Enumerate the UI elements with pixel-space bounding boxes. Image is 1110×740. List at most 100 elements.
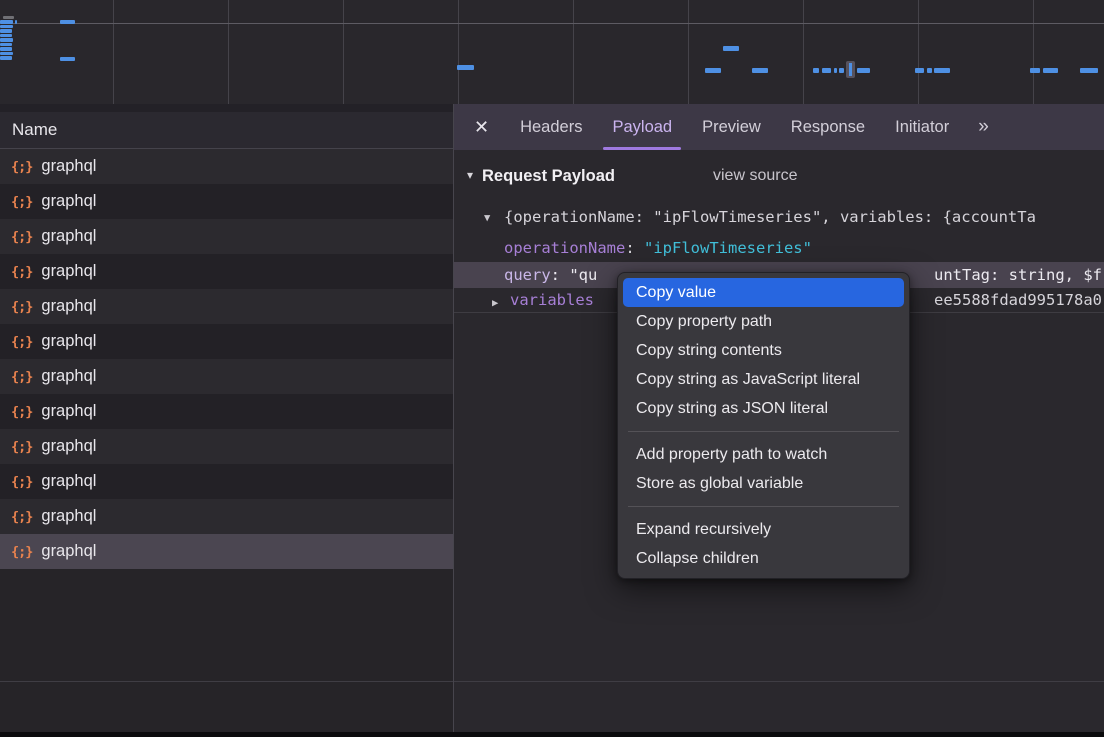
more-tabs-icon[interactable]: »	[964, 104, 1001, 150]
request-row[interactable]: {;} graphql	[0, 429, 453, 464]
request-name-label: graphql	[41, 472, 96, 491]
request-timeline-bar	[0, 29, 12, 33]
request-row[interactable]: {;} graphql	[0, 289, 453, 324]
request-timeline-bar	[0, 34, 12, 38]
property-key: variables	[510, 291, 594, 309]
footer-divider	[0, 681, 1104, 682]
request-row[interactable]: {;} graphql	[0, 359, 453, 394]
json-braces-icon: {;}	[11, 404, 32, 420]
json-braces-icon: {;}	[11, 264, 32, 280]
request-timeline-bar	[723, 46, 739, 51]
json-braces-icon: {;}	[11, 229, 32, 245]
request-name-label: graphql	[41, 507, 96, 526]
timeline-gridline	[228, 0, 229, 104]
json-braces-icon: {;}	[11, 439, 32, 455]
request-row[interactable]: {;} graphql	[0, 254, 453, 289]
property-value-left: "qu	[569, 266, 597, 284]
collapsed-triangle-icon[interactable]: ▶	[492, 291, 498, 312]
json-braces-icon: {;}	[11, 334, 32, 350]
menu-item-collapse-children[interactable]: Collapse children	[623, 544, 904, 573]
json-braces-icon: {;}	[11, 369, 32, 385]
json-braces-icon: {;}	[11, 474, 32, 490]
request-name-label: graphql	[41, 297, 96, 316]
pane-divider[interactable]	[453, 104, 454, 732]
json-braces-icon: {;}	[11, 299, 32, 315]
request-name-label: graphql	[41, 332, 96, 351]
request-timeline-bar	[813, 68, 819, 73]
request-timeline-bar	[927, 68, 932, 73]
screenshot-edge	[1104, 0, 1110, 740]
payload-row-operation-name[interactable]: operationName: "ipFlowTimeseries"	[454, 237, 1104, 259]
menu-item-store-as-global-variable[interactable]: Store as global variable	[623, 469, 904, 498]
request-row[interactable]: {;}graphql	[0, 149, 453, 184]
json-braces-icon: {;}	[11, 194, 32, 210]
payload-root-preview: {operationName: "ipFlowTimeseries", vari…	[504, 206, 1036, 228]
devtools-network-panel: Name {;}graphql{;}graphql{;}graphql{;}gr…	[0, 0, 1110, 740]
request-timeline-bar	[839, 68, 844, 73]
menu-separator	[628, 506, 899, 507]
request-timeline-bar	[0, 38, 13, 42]
property-key: query	[504, 266, 551, 284]
menu-item-copy-value[interactable]: Copy value	[623, 278, 904, 307]
menu-item-copy-string-as-javascript-literal[interactable]: Copy string as JavaScript literal	[623, 365, 904, 394]
key-value-separator: :	[625, 239, 644, 257]
menu-item-copy-string-as-json-literal[interactable]: Copy string as JSON literal	[623, 394, 904, 423]
timeline-gridline	[573, 0, 574, 104]
menu-item-add-property-path-to-watch[interactable]: Add property path to watch	[623, 440, 904, 469]
tab-initiator[interactable]: Initiator	[880, 104, 964, 150]
request-timeline-bar	[0, 20, 13, 24]
request-name-label: graphql	[41, 157, 96, 176]
timeline-gridline	[343, 0, 344, 104]
request-timeline-bar	[457, 65, 474, 70]
request-timeline-bar	[60, 57, 75, 61]
timeline-gridline	[113, 0, 114, 104]
menu-item-copy-string-contents[interactable]: Copy string contents	[623, 336, 904, 365]
request-timeline-bar	[934, 68, 950, 73]
tab-response[interactable]: Response	[776, 104, 880, 150]
name-column-header[interactable]: Name	[0, 112, 453, 149]
request-timeline-bar	[15, 20, 18, 24]
key-value-separator: :	[551, 266, 570, 284]
overview-footer-strip	[0, 104, 453, 112]
menu-item-copy-property-path[interactable]: Copy property path	[623, 307, 904, 336]
request-timeline-bar	[822, 68, 831, 73]
request-row[interactable]: {;} graphql	[0, 499, 453, 534]
timeline-hover-marker	[846, 61, 855, 78]
request-row[interactable]: {;} graphql	[0, 324, 453, 359]
menu-separator	[628, 431, 899, 432]
network-overview-timeline[interactable]	[0, 0, 1104, 105]
request-row[interactable]: {;} graphql	[0, 184, 453, 219]
property-key: operationName	[504, 239, 625, 257]
property-string-value: "ipFlowTimeseries"	[644, 239, 812, 257]
request-name-label: graphql	[41, 192, 96, 211]
close-icon[interactable]: ✕	[454, 104, 505, 150]
payload-root-row[interactable]: ▼ {operationName: "ipFlowTimeseries", va…	[454, 206, 1104, 228]
json-braces-icon: {;}	[11, 509, 32, 525]
timeline-gridline	[1033, 0, 1034, 104]
request-name-label: graphql	[41, 402, 96, 421]
request-name-label: graphql	[41, 542, 96, 561]
request-name-label: graphql	[41, 262, 96, 281]
tab-preview[interactable]: Preview	[687, 104, 776, 150]
request-row[interactable]: {;} graphql	[0, 394, 453, 429]
tab-payload[interactable]: Payload	[597, 104, 687, 150]
request-timeline-bar	[0, 56, 12, 60]
request-row[interactable]: {;} graphql	[0, 464, 453, 499]
request-row[interactable]: {;}graphql	[0, 534, 453, 569]
view-source-link[interactable]: view source	[713, 163, 797, 189]
menu-item-expand-recursively[interactable]: Expand recursively	[623, 515, 904, 544]
request-timeline-bar	[834, 68, 837, 73]
request-row[interactable]: {;}graphql	[0, 219, 453, 254]
collapse-triangle-icon[interactable]: ▾	[467, 168, 473, 182]
tab-headers[interactable]: Headers	[505, 104, 597, 150]
request-timeline-bar	[3, 16, 14, 19]
request-timeline-bar	[0, 25, 13, 29]
expanded-triangle-icon[interactable]: ▼	[484, 207, 490, 228]
requests-list: {;} graphql {;} graphql {;} graphql {;} graphql…	[0, 149, 453, 569]
property-value-right-fragment: untTag: string, $f	[934, 262, 1102, 288]
request-name-label: graphql	[41, 367, 96, 386]
request-timeline-bar	[1030, 68, 1040, 73]
request-payload-title: Request Payload	[482, 163, 615, 189]
request-timeline-bar	[857, 68, 870, 73]
request-name-label: graphql	[41, 437, 96, 456]
